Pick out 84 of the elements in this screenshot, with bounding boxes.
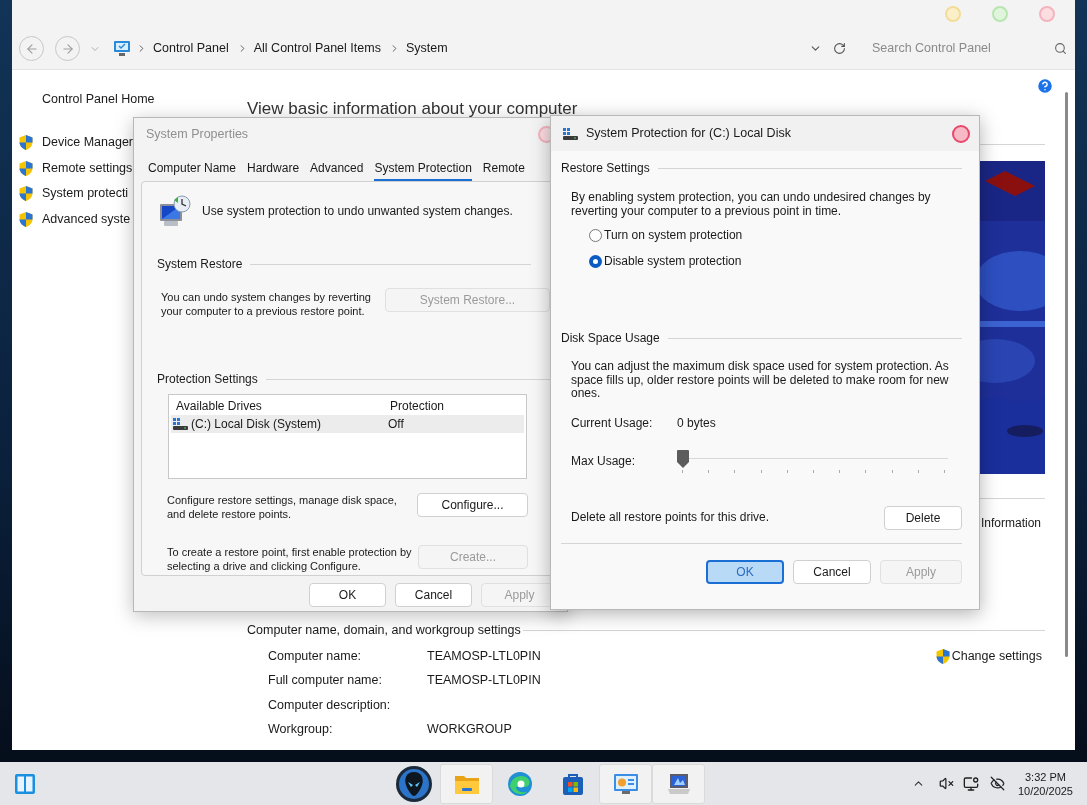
current-usage-label: Current Usage: bbox=[571, 414, 654, 432]
network-icon[interactable] bbox=[962, 775, 979, 792]
slider-thumb[interactable] bbox=[677, 449, 689, 468]
sidebar-link[interactable]: Advanced syste bbox=[42, 209, 131, 229]
clock[interactable]: 3:32 PM 10/20/2025 bbox=[1017, 769, 1073, 798]
tiles-icon bbox=[14, 772, 36, 795]
search-field[interactable]: Search Control Panel bbox=[872, 39, 1054, 58]
breadcrumb-link[interactable]: All Control Panel Items bbox=[253, 39, 381, 58]
page-heading: View basic information about your computer bbox=[247, 99, 578, 119]
forward-arrow-icon bbox=[60, 41, 75, 56]
configure-description: Configure restore settings, manage disk space, and delete restore points. bbox=[167, 493, 398, 521]
shield-icon bbox=[18, 185, 34, 203]
breadcrumb-link[interactable]: Control Panel bbox=[153, 39, 229, 58]
property-label: Computer name: bbox=[268, 647, 363, 665]
sidebar-link[interactable]: System protecti bbox=[42, 184, 129, 204]
eye-off-icon[interactable] bbox=[989, 776, 1005, 791]
drive-icon bbox=[563, 127, 578, 140]
browser-swirl-icon bbox=[506, 770, 533, 797]
group-heading: System Restore bbox=[157, 256, 243, 273]
property-value: TEAMOSP-LTL0PIN bbox=[427, 647, 541, 665]
property-value: WORKGROUP bbox=[427, 721, 512, 739]
intro-text: Use system protection to undo unwanted system changes. bbox=[202, 203, 513, 220]
group-heading: Disk Space Usage bbox=[561, 330, 660, 347]
max-usage-slider[interactable] bbox=[677, 449, 950, 474]
muted-speaker-icon[interactable] bbox=[938, 776, 954, 791]
create-description: To create a restore point, first enable protection by selecting a drive and clicking Configure. bbox=[167, 545, 412, 573]
current-usage-value: 0 bytes bbox=[677, 414, 716, 432]
drive-row[interactable]: (C:) Local Disk (System) Off bbox=[171, 415, 524, 433]
dialog-title: System Properties bbox=[146, 126, 249, 144]
dialog-button[interactable]: Cancel bbox=[793, 559, 871, 584]
drive-name: (C:) Local Disk (System) bbox=[191, 416, 322, 433]
dialog-button[interactable]: Delete bbox=[884, 505, 962, 530]
property-label: Full computer name: bbox=[268, 672, 383, 690]
radio-option[interactable]: Disable system protection bbox=[589, 253, 979, 269]
control-panel-icon bbox=[612, 772, 639, 795]
shield-icon bbox=[18, 210, 34, 228]
dialog-button[interactable]: Cancel bbox=[395, 583, 472, 607]
column-header[interactable]: Protection bbox=[390, 397, 445, 415]
help-icon[interactable] bbox=[1036, 77, 1054, 95]
property-label: Workgroup: bbox=[268, 721, 334, 739]
shield-icon bbox=[18, 134, 34, 152]
group-heading: Protection Settings bbox=[157, 371, 258, 388]
column-header[interactable]: Available Drives bbox=[176, 397, 390, 415]
search-icon bbox=[1054, 42, 1067, 55]
alien-head-icon bbox=[394, 764, 433, 803]
tab[interactable]: Computer Name bbox=[148, 159, 237, 181]
drive-icon bbox=[173, 418, 188, 430]
start-button[interactable] bbox=[13, 771, 37, 796]
delete-description: Delete all restore points for this drive. bbox=[571, 508, 770, 526]
scrollbar-thumb[interactable] bbox=[1065, 92, 1068, 657]
refresh-icon[interactable] bbox=[833, 42, 846, 55]
section-heading: Computer name, domain, and workgroup settings bbox=[247, 622, 521, 639]
radio-option[interactable]: Turn on system protection bbox=[589, 227, 979, 243]
breadcrumb-link[interactable]: System bbox=[405, 39, 448, 58]
disk-space-description: You can adjust the maximum disk space used for system protection. As space fills up, older restore points will be deleted to make room for new ones. bbox=[571, 360, 949, 401]
close-button[interactable] bbox=[952, 124, 970, 143]
sidebar-link[interactable]: Device Manager bbox=[42, 133, 133, 153]
taskbar-app[interactable] bbox=[652, 763, 705, 804]
sidebar-link[interactable]: Remote settings bbox=[42, 158, 133, 178]
tab[interactable]: Hardware bbox=[247, 159, 300, 181]
max-usage-label: Max Usage: bbox=[571, 452, 637, 470]
radio-button[interactable] bbox=[589, 254, 602, 268]
tab[interactable]: Remote bbox=[482, 159, 525, 181]
computer-restore-icon bbox=[158, 194, 192, 228]
property-label: Computer description: bbox=[268, 696, 392, 714]
shield-icon bbox=[934, 647, 951, 665]
tab[interactable]: Advanced bbox=[310, 159, 364, 181]
dialog-button[interactable]: OK bbox=[706, 559, 784, 584]
shopping-bag-icon bbox=[560, 771, 585, 796]
dialog-button[interactable]: OK bbox=[309, 583, 386, 607]
change-settings-link[interactable]: Change settings bbox=[951, 646, 1042, 666]
property-value: TEAMOSP-LTL0PIN bbox=[427, 672, 541, 690]
dialog-title: System Protection for (C:) Local Disk bbox=[586, 125, 791, 143]
monitor-icon bbox=[113, 40, 131, 57]
restore-description: By enabling system protection, you can undo undesired changes by reverting your computer to a previous point in time. bbox=[571, 190, 932, 218]
sidebar-link[interactable]: Control Panel Home bbox=[12, 92, 247, 106]
group-heading: Restore Settings bbox=[561, 160, 650, 177]
restore-description: You can undo system changes by reverting your computer to a previous restore point. bbox=[161, 290, 372, 318]
shield-icon bbox=[18, 159, 34, 177]
dialog-button[interactable]: Configure... bbox=[417, 493, 528, 517]
protection-status: Off bbox=[388, 416, 404, 433]
radio-button[interactable] bbox=[589, 228, 602, 242]
computer-icon bbox=[665, 772, 692, 795]
info-link[interactable]: Information bbox=[981, 516, 1045, 530]
